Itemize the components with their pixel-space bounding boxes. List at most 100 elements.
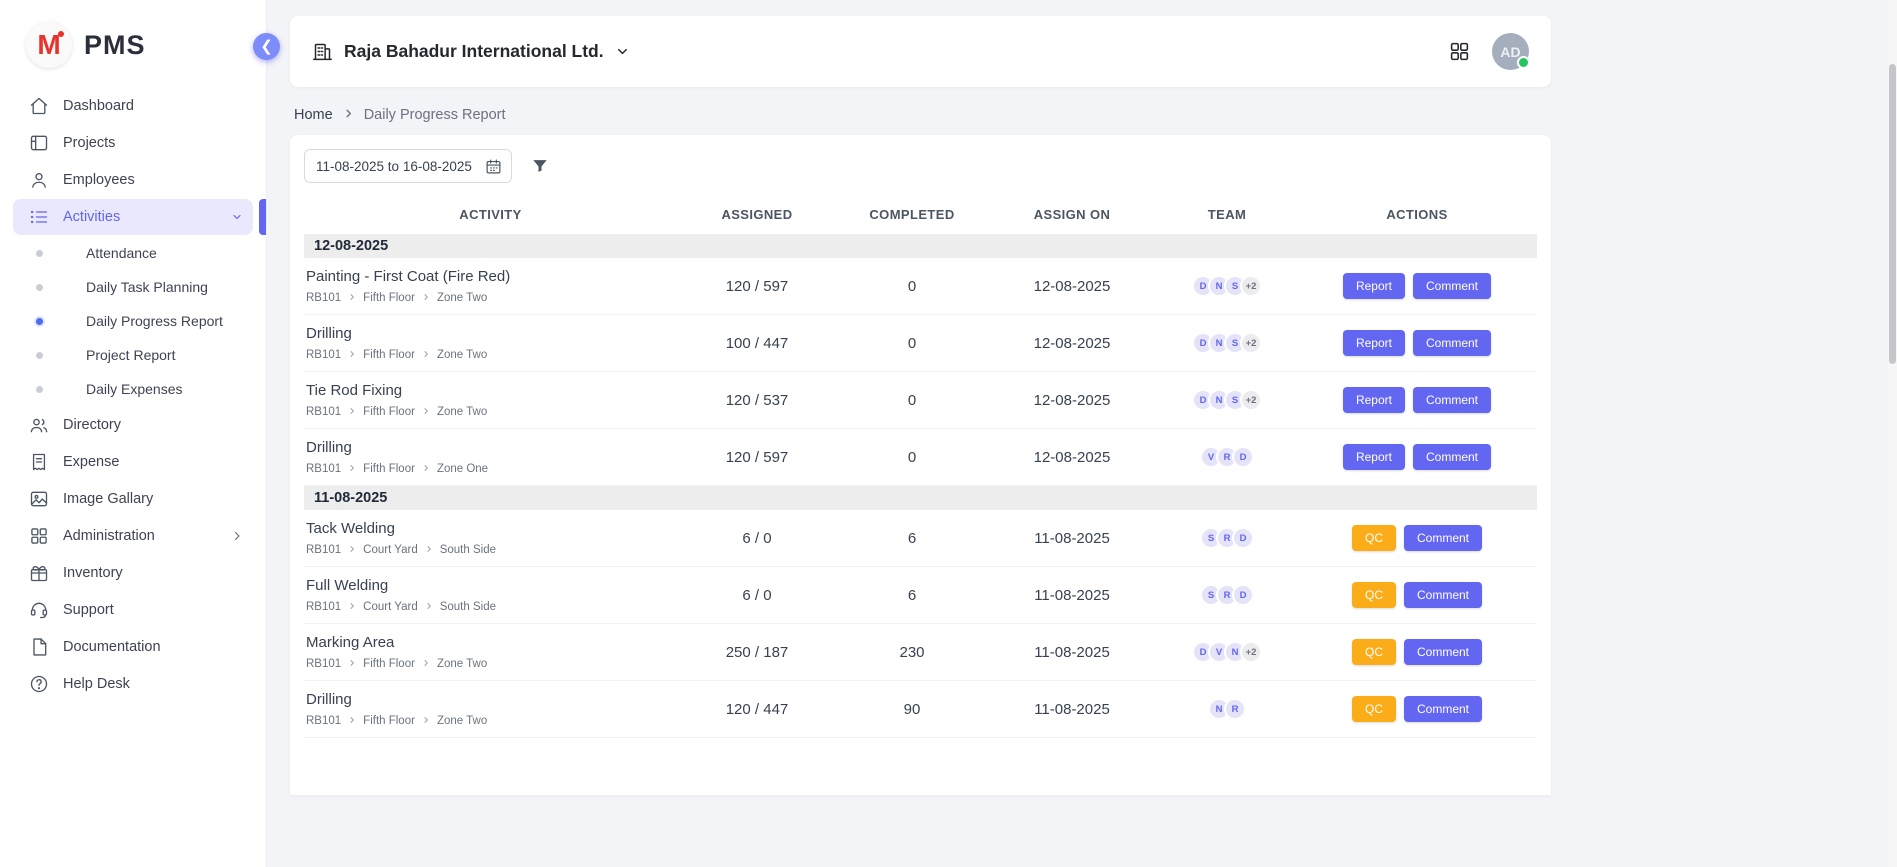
comment-button[interactable]: Comment — [1413, 330, 1491, 356]
actions-cell: QC Comment — [1297, 582, 1537, 608]
qc-button[interactable]: QC — [1352, 525, 1396, 551]
qc-button[interactable]: QC — [1352, 639, 1396, 665]
assign-on-value: 12-08-2025 — [987, 392, 1157, 409]
breadcrumb-home-link[interactable]: Home — [294, 107, 333, 123]
filter-icon[interactable] — [530, 156, 550, 176]
activity-cell: Painting - First Coat (Fire Red)RB101Fif… — [304, 268, 677, 304]
report-button[interactable]: Report — [1343, 387, 1405, 413]
sidebar-item-projects[interactable]: Projects — [13, 125, 253, 161]
actions-cell: Report Comment — [1297, 330, 1537, 356]
activity-path: RB101Fifth FloorZone Two — [306, 715, 677, 727]
report-button[interactable]: Report — [1343, 330, 1405, 356]
activity-path: RB101Fifth FloorZone Two — [306, 406, 677, 418]
app-name: PMS — [84, 30, 146, 61]
sidebar-subitem-daily-task-planning[interactable]: Daily Task Planning — [0, 270, 266, 304]
vertical-scrollbar — [1888, 0, 1897, 867]
user-avatar[interactable]: AD — [1492, 33, 1529, 70]
comment-button[interactable]: Comment — [1413, 387, 1491, 413]
sidebar-subitem-daily-expenses[interactable]: Daily Expenses — [0, 372, 266, 406]
bullet-dot-icon — [36, 352, 43, 359]
qc-button[interactable]: QC — [1352, 696, 1396, 722]
sidebar-subitem-project-report[interactable]: Project Report — [0, 338, 266, 372]
completed-value: 90 — [837, 701, 987, 718]
bullet-dot-icon — [36, 250, 43, 257]
chevron-right-icon — [422, 658, 430, 670]
company-selector[interactable]: Raja Bahadur International Ltd. — [312, 41, 630, 62]
team-overflow-badge[interactable]: +2 — [1240, 332, 1262, 354]
chevron-right-icon — [343, 107, 354, 123]
chevron-down-icon — [615, 44, 630, 59]
comment-button[interactable]: Comment — [1413, 444, 1491, 470]
assign-on-value: 11-08-2025 — [987, 701, 1157, 718]
company-name: Raja Bahadur International Ltd. — [344, 41, 604, 62]
comment-button[interactable]: Comment — [1404, 639, 1482, 665]
column-header-actions: ACTIONS — [1297, 207, 1537, 222]
sidebar-item-dashboard[interactable]: Dashboard — [13, 88, 253, 124]
sidebar-subitem-label: Daily Task Planning — [86, 279, 208, 295]
activity-cell: Tack WeldingRB101Court YardSouth Side — [304, 520, 677, 556]
team-overflow-badge[interactable]: +2 — [1240, 275, 1262, 297]
sidebar-item-support[interactable]: Support — [13, 592, 253, 628]
path-segment: Zone Two — [437, 406, 487, 418]
filter-row: 11-08-2025 to 16-08-2025 — [302, 145, 1539, 193]
sidebar-item-inventory[interactable]: Inventory — [13, 555, 253, 591]
chevron-right-icon — [348, 292, 356, 304]
comment-button[interactable]: Comment — [1404, 525, 1482, 551]
top-bar: Raja Bahadur International Ltd. AD — [290, 16, 1551, 87]
sidebar-item-employees[interactable]: Employees — [13, 162, 253, 198]
team-avatars: NR — [1208, 698, 1246, 720]
assigned-value: 120 / 597 — [677, 449, 837, 466]
scrollbar-thumb[interactable] — [1889, 64, 1896, 364]
chevron-right-icon — [231, 530, 243, 542]
team-avatars: DVN+2 — [1192, 641, 1262, 663]
sidebar-item-directory[interactable]: Directory — [13, 407, 253, 443]
chevron-right-icon — [425, 601, 433, 613]
report-button[interactable]: Report — [1343, 273, 1405, 299]
actions-cell: Report Comment — [1297, 273, 1537, 299]
activity-cell: Full WeldingRB101Court YardSouth Side — [304, 577, 677, 613]
assign-on-value: 12-08-2025 — [987, 278, 1157, 295]
sidebar-subitem-label: Daily Progress Report — [86, 313, 223, 329]
date-group-header: 11-08-2025 — [304, 486, 1537, 510]
sidebar-item-help-desk[interactable]: Help Desk — [13, 666, 253, 702]
sidebar-item-expense[interactable]: Expense — [13, 444, 253, 480]
assigned-value: 6 / 0 — [677, 530, 837, 547]
team-overflow-badge[interactable]: +2 — [1240, 641, 1262, 663]
team-overflow-badge[interactable]: +2 — [1240, 389, 1262, 411]
apps-grid-icon[interactable] — [1449, 41, 1470, 62]
path-segment: Fifth Floor — [363, 406, 415, 418]
assigned-value: 250 / 187 — [677, 644, 837, 661]
sidebar-item-activities[interactable]: Activities — [13, 199, 253, 235]
chevron-right-icon — [348, 463, 356, 475]
home-icon — [29, 96, 49, 116]
expense-icon — [29, 452, 49, 472]
sidebar-subitem-label: Attendance — [86, 245, 157, 261]
sidebar-item-label: Directory — [63, 417, 121, 433]
sidebar-item-label: Projects — [63, 135, 115, 151]
report-button[interactable]: Report — [1343, 444, 1405, 470]
sidebar-item-label: Dashboard — [63, 98, 134, 114]
activity-title: Drilling — [306, 691, 677, 708]
sidebar-item-label: Activities — [63, 209, 120, 225]
actions-cell: QC Comment — [1297, 696, 1537, 722]
sidebar-subitem-attendance[interactable]: Attendance — [0, 236, 266, 270]
date-range-input[interactable]: 11-08-2025 to 16-08-2025 — [304, 149, 512, 183]
sidebar-collapse-button[interactable]: ❮ — [253, 33, 280, 60]
comment-button[interactable]: Comment — [1413, 273, 1491, 299]
breadcrumb-current: Daily Progress Report — [364, 107, 506, 123]
app-logo[interactable]: M PMS — [0, 0, 266, 84]
sidebar-item-documentation[interactable]: Documentation — [13, 629, 253, 665]
sidebar-subitem-daily-progress-report[interactable]: Daily Progress Report — [0, 304, 266, 338]
path-segment: RB101 — [306, 715, 341, 727]
table-row: DrillingRB101Fifth FloorZone One120 / 59… — [304, 429, 1537, 486]
team-avatars: DNS+2 — [1192, 275, 1262, 297]
qc-button[interactable]: QC — [1352, 582, 1396, 608]
sidebar-item-administration[interactable]: Administration — [13, 518, 253, 554]
sidebar-item-image-gallary[interactable]: Image Gallary — [13, 481, 253, 517]
assigned-value: 120 / 597 — [677, 278, 837, 295]
chevron-right-icon — [348, 601, 356, 613]
sidebar-item-label: Help Desk — [63, 676, 130, 692]
comment-button[interactable]: Comment — [1404, 582, 1482, 608]
comment-button[interactable]: Comment — [1404, 696, 1482, 722]
team-cell: SRD — [1157, 584, 1297, 606]
